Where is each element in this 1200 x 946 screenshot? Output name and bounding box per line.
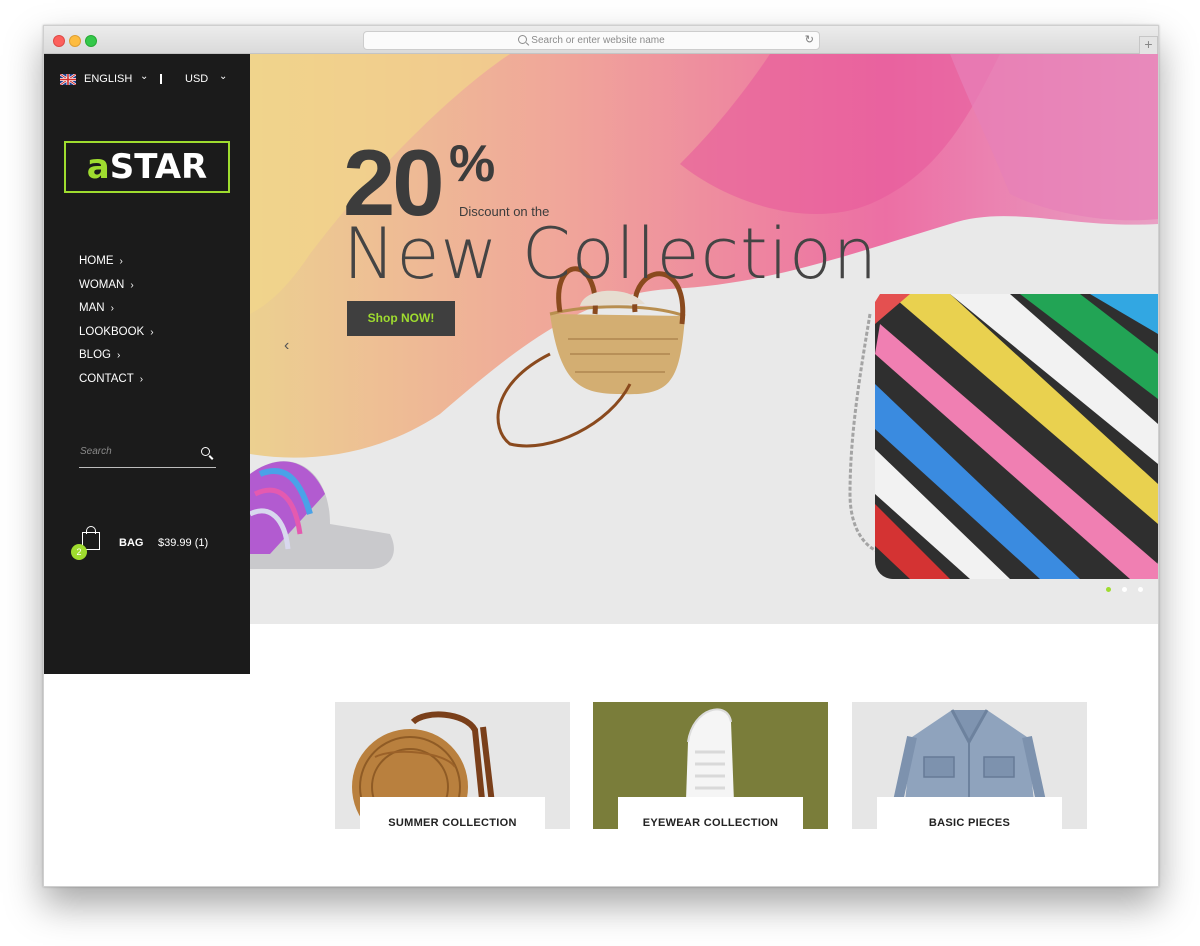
nav-item-woman[interactable]: WOMAN › <box>79 278 154 302</box>
nav-item-man[interactable]: MAN › <box>79 301 154 325</box>
logo-text: STAR <box>109 147 208 187</box>
slider-dot-1[interactable] <box>1106 587 1111 592</box>
uk-flag-icon <box>60 74 76 85</box>
chevron-down-icon[interactable]: ⌄ <box>219 71 227 82</box>
chevron-down-icon[interactable]: ⌄ <box>140 71 148 82</box>
address-bar[interactable]: Search or enter website name ↻ <box>363 31 820 50</box>
collection-card-label-box: SUMMER COLLECTION <box>360 797 545 829</box>
hero-slider: 20 % Discount on the New Collection Shop… <box>250 54 1158 624</box>
hero-title: New Collection <box>343 213 879 295</box>
chevron-right-icon: › <box>139 373 144 385</box>
site-logo[interactable]: aSTAR <box>64 141 230 193</box>
hero-percent-sign: % <box>449 135 496 193</box>
nav-item-label: HOME <box>79 255 114 267</box>
nav-item-lookbook[interactable]: LOOKBOOK › <box>79 325 154 349</box>
page-viewport: 20 % Discount on the New Collection Shop… <box>44 54 1158 886</box>
chevron-right-icon: › <box>130 279 134 291</box>
chevron-right-icon: › <box>110 303 114 314</box>
close-window-button[interactable] <box>53 35 65 47</box>
main-navigation: HOME › WOMAN › MAN › LOOKBOOK › BLOG › CONTAC… <box>79 254 154 395</box>
bag-count-badge: 2 <box>71 544 87 560</box>
bag-total[interactable]: $39.99 (1) <box>158 537 208 549</box>
bag-label[interactable]: BAG <box>119 537 143 549</box>
new-tab-button[interactable]: + <box>1139 36 1158 55</box>
sidebar: ENGLISH ⌄ USD ⌄ aSTAR HOME › WOMAN › MAN › … <box>44 54 250 674</box>
nav-item-label: CONTACT <box>79 372 134 385</box>
nav-item-label: WOMAN <box>79 278 125 291</box>
chevron-right-icon: › <box>119 256 123 267</box>
collection-card-summer[interactable]: SUMMER COLLECTION <box>335 702 570 829</box>
browser-titlebar: Search or enter website name ↻ <box>44 26 1158 54</box>
language-selector[interactable]: ENGLISH <box>84 73 132 85</box>
logo-accent-letter: a <box>86 147 110 187</box>
collection-card-label-box: BASIC PIECES <box>877 797 1062 829</box>
search-icon[interactable] <box>201 447 210 456</box>
reload-icon[interactable]: ↻ <box>805 32 814 49</box>
clutch-product-image <box>848 294 1158 579</box>
collection-card-label: SUMMER COLLECTION <box>388 817 517 829</box>
nav-item-label: BLOG <box>79 349 111 361</box>
search-icon <box>518 35 528 44</box>
search-placeholder: Search <box>80 446 112 457</box>
nav-item-contact[interactable]: CONTACT › <box>79 372 154 396</box>
collection-card-eyewear[interactable]: EYEWEAR COLLECTION <box>593 702 828 829</box>
slider-prev-arrow-icon[interactable]: ‹ <box>284 337 289 355</box>
collection-card-basic[interactable]: BASIC PIECES <box>852 702 1087 829</box>
slider-dot-3[interactable] <box>1138 587 1143 592</box>
browser-window: Search or enter website name ↻ + 20 % Di… <box>43 25 1159 887</box>
nav-item-blog[interactable]: BLOG › <box>79 348 154 372</box>
collection-card-label: BASIC PIECES <box>928 817 1011 829</box>
sidebar-search-input[interactable]: Search <box>79 443 216 468</box>
slider-dot-2[interactable] <box>1122 587 1127 592</box>
address-bar-placeholder: Search or enter website name <box>531 35 665 46</box>
collection-card-label: EYEWEAR COLLECTION <box>642 817 779 829</box>
chevron-right-icon: › <box>150 326 154 338</box>
shop-now-button[interactable]: Shop NOW! <box>347 301 455 336</box>
chevron-right-icon: › <box>116 350 121 361</box>
zoom-window-button[interactable] <box>85 35 97 47</box>
minimize-window-button[interactable] <box>69 35 81 47</box>
nav-item-label: LOOKBOOK <box>79 325 145 338</box>
currency-selector[interactable]: USD <box>185 73 208 85</box>
nav-item-home[interactable]: HOME › <box>79 254 154 278</box>
divider <box>160 74 162 84</box>
nav-item-label: MAN <box>79 302 105 314</box>
collection-card-label-box: EYEWEAR COLLECTION <box>618 797 803 829</box>
